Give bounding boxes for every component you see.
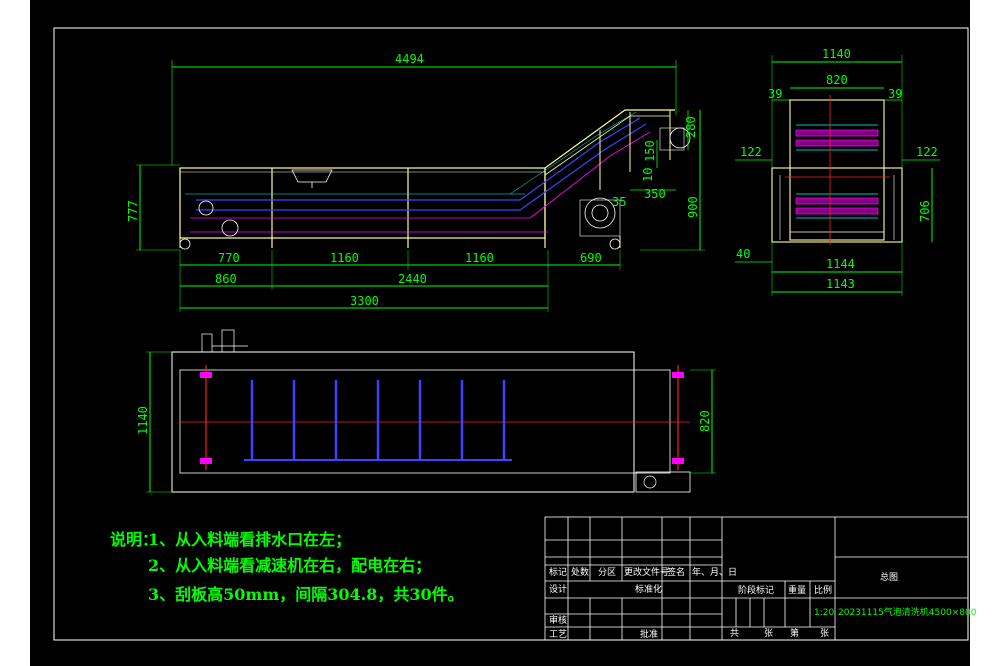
tb-sheet-tail: 张: [764, 628, 773, 639]
note-line-2: 2、从入料端看减速机在右，配电在右；: [148, 556, 431, 575]
dim-left-height: 777: [126, 200, 140, 222]
tb-scale: 1:20: [814, 608, 834, 618]
title-block: [544, 516, 969, 641]
tb-review: 审核: [549, 614, 567, 626]
tb-sheet-tail2: 张: [820, 628, 829, 639]
dim-total-3300: 3300: [350, 294, 379, 308]
dim-end-w1: 1144: [826, 257, 855, 271]
tb-sheet-no: 第: [790, 627, 799, 639]
tb-weight: 重量: [788, 584, 806, 596]
tb-hdr-count: 处数: [571, 566, 589, 578]
tb-stage: 阶段标记: [738, 584, 774, 596]
dim-end-height: 706: [918, 200, 932, 222]
plan-view: 1140 820: [136, 329, 716, 493]
dim-angle: 35: [612, 195, 626, 209]
dim-end-bottom-left: 40: [736, 247, 750, 261]
tb-hdr-date: 年、月、日: [692, 566, 737, 578]
tb-hdr-sign: 签名: [667, 566, 685, 578]
dim-head-150: 150: [643, 140, 657, 162]
tb-approve: 批准: [640, 628, 658, 640]
tb-hdr-zone: 分区: [598, 567, 616, 578]
note-line-3: 3、刮板高50mm，间隔304.8，共30件。: [148, 585, 464, 604]
title-block-text: 标记 处数 分区 更改文件号 签名 年、月、日 设计 标准化 审核 工艺 批准 …: [549, 566, 977, 640]
side-view: 4494 777 900 280 150 10 350 35 770 1160 …: [126, 52, 705, 312]
dim-end-width: 1140: [822, 47, 851, 61]
notes-block: 说明： 1、从入料端看排水口在左； 2、从入料端看减速机在右，配电在右； 3、刮…: [110, 530, 464, 604]
dim-end-right-side: 122: [916, 145, 938, 159]
tb-hdr-mark: 标记: [549, 566, 567, 578]
dim-seg-690: 690: [580, 251, 602, 265]
dim-head-10: 10: [641, 168, 655, 182]
cad-canvas: 4494 777 900 280 150 10 350 35 770 1160 …: [0, 0, 1000, 666]
tb-sheet-total: 共: [730, 628, 739, 639]
end-view: 1140 820 39 39 122 122 706 40 1144 1143: [735, 47, 940, 296]
dim-end-left-side: 122: [740, 145, 762, 159]
tb-drawing-no: 20231115气泡清洗机4500×800: [838, 606, 977, 618]
dim-plan-width: 1140: [136, 406, 150, 435]
tank-body: [179, 167, 546, 239]
drawing-svg: 4494 777 900 280 150 10 350 35 770 1160 …: [53, 27, 977, 641]
tb-design: 设计: [549, 583, 567, 595]
dim-seg-770: 770: [218, 251, 240, 265]
dim-discharge-height: 900: [686, 196, 700, 218]
dim-end-left-gap: 39: [768, 87, 782, 101]
tb-drawing-title: 总图: [880, 571, 898, 583]
dim-sub-860: 860: [215, 272, 237, 286]
tb-scale-label: 比例: [814, 584, 832, 596]
dim-seg-1160b: 1160: [465, 251, 494, 265]
dim-sub-2440: 2440: [398, 272, 427, 286]
tb-process: 工艺: [549, 629, 567, 640]
dim-head-280: 280: [684, 116, 698, 138]
dim-end-right-gap: 39: [888, 87, 902, 101]
dim-end-inner: 820: [826, 73, 848, 87]
dim-overall-length: 4494: [395, 52, 424, 66]
tb-standard: 标准化: [635, 583, 662, 595]
dim-seg-1160a: 1160: [330, 251, 359, 265]
dim-plan-inner: 820: [698, 410, 712, 432]
dim-head-offset: 350: [644, 187, 666, 201]
tb-hdr-change: 更改文件号: [624, 566, 669, 578]
dim-end-w2: 1143: [826, 277, 855, 291]
note-line-1: 1、从入料端看排水口在左；: [148, 530, 351, 549]
